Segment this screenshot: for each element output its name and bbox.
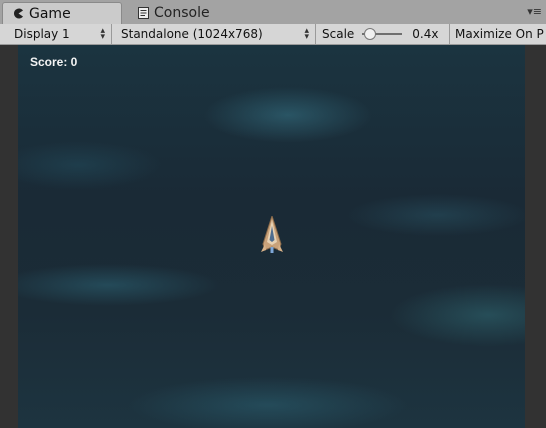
console-icon	[138, 7, 149, 19]
tab-bar: Game Console ▾≡	[0, 0, 546, 25]
game-window: Game Console ▾≡ Display 1 ▴ ▾ Standalone …	[0, 0, 546, 428]
maximize-on-play-label: Maximize On P	[455, 27, 544, 41]
scale-control: Scale 0.4x	[316, 24, 450, 44]
score-label: Score: 0	[30, 55, 78, 69]
game-viewport: Score: 0	[0, 45, 546, 428]
tab-console[interactable]: Console	[134, 2, 244, 24]
scale-slider[interactable]	[362, 28, 403, 40]
updown-arrows-icon: ▴ ▾	[100, 26, 105, 42]
tab-console-label: Console	[154, 5, 210, 21]
pacman-icon	[13, 8, 24, 19]
spaceship-sprite	[261, 216, 283, 253]
resolution-dropdown[interactable]: Standalone (1024x768) ▴ ▾	[114, 24, 316, 44]
scale-label: Scale	[322, 27, 355, 41]
pane-menu-icon[interactable]: ▾≡	[527, 6, 542, 17]
resolution-dropdown-label: Standalone (1024x768)	[121, 27, 263, 41]
tab-game-label: Game	[29, 5, 71, 22]
tab-game[interactable]: Game	[2, 2, 122, 24]
game-toolbar: Display 1 ▴ ▾ Standalone (1024x768) ▴ ▾ Sc…	[0, 24, 546, 45]
maximize-on-play-toggle[interactable]: Maximize On P	[450, 24, 546, 44]
game-view[interactable]: Score: 0	[18, 45, 525, 428]
scale-slider-thumb[interactable]	[363, 28, 376, 40]
updown-arrows-icon: ▴ ▾	[304, 26, 309, 42]
display-dropdown-label: Display 1	[14, 27, 70, 41]
display-dropdown[interactable]: Display 1 ▴ ▾	[0, 24, 112, 44]
scale-value: 0.4x	[412, 27, 439, 41]
